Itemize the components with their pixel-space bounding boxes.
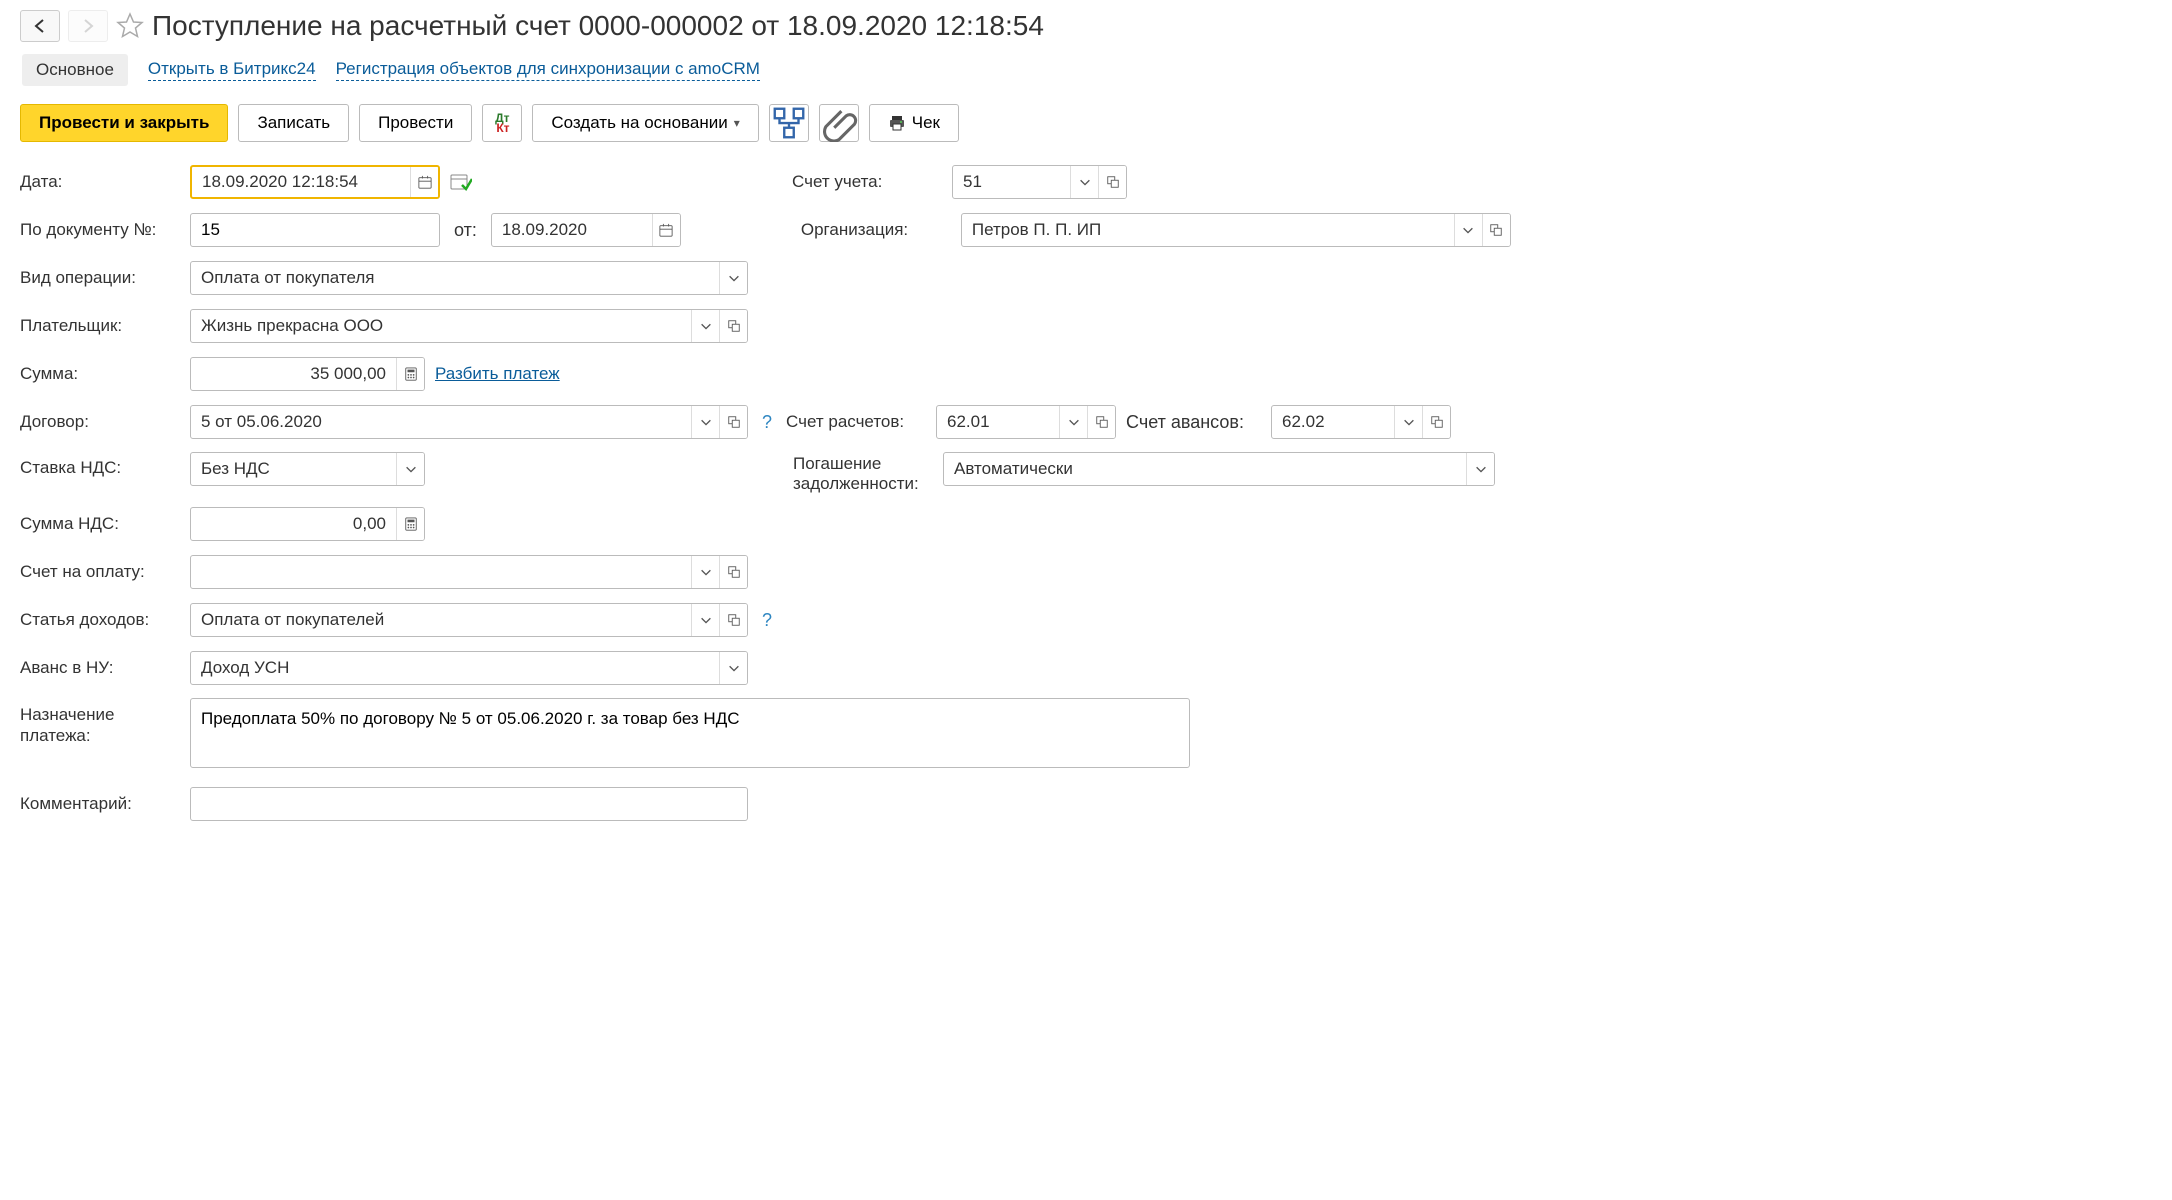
label-vat-rate: Ставка НДС: <box>20 452 180 478</box>
post-and-close-button[interactable]: Провести и закрыть <box>20 104 228 142</box>
debt-repay-field[interactable]: Автоматически <box>943 452 1495 486</box>
label-settle-account: Счет расчетов: <box>786 412 926 432</box>
dtkt-button[interactable]: ДтКт <box>482 104 522 142</box>
cheque-button[interactable]: Чек <box>869 104 959 142</box>
create-based-on-button[interactable]: Создать на основании ▾ <box>532 104 758 142</box>
advance-tax-field[interactable]: Доход УСН <box>190 651 748 685</box>
label-vat-sum: Сумма НДС: <box>20 514 180 534</box>
label-date: Дата: <box>20 172 180 192</box>
post-button[interactable]: Провести <box>359 104 472 142</box>
open-icon[interactable] <box>1098 166 1126 198</box>
invoice-field[interactable] <box>190 555 748 589</box>
calendar-posted-icon[interactable] <box>450 171 472 193</box>
label-doc-no: По документу №: <box>20 220 180 240</box>
chevron-down-icon[interactable] <box>719 262 747 294</box>
doc-date-field[interactable]: 18.09.2020 <box>491 213 681 247</box>
clip-icon <box>820 104 858 142</box>
chevron-down-icon[interactable] <box>1454 214 1482 246</box>
chevron-down-icon[interactable] <box>719 652 747 684</box>
label-op-type: Вид операции: <box>20 268 180 288</box>
chevron-down-icon[interactable] <box>691 310 719 342</box>
calculator-icon[interactable] <box>396 508 424 540</box>
chevron-down-icon[interactable] <box>1059 406 1087 438</box>
open-icon[interactable] <box>1087 406 1115 438</box>
vat-rate-field[interactable]: Без НДС <box>190 452 425 486</box>
attachments-button[interactable] <box>819 104 859 142</box>
nav-forward-button <box>68 10 108 42</box>
label-account: Счет учета: <box>792 172 942 192</box>
chevron-down-icon[interactable] <box>1070 166 1098 198</box>
label-advance-tax: Аванс в НУ: <box>20 658 180 678</box>
label-sum: Сумма: <box>20 364 180 384</box>
purpose-textarea[interactable] <box>190 698 1190 768</box>
organization-field[interactable]: Петров П. П. ИП <box>961 213 1511 247</box>
chevron-down-icon: ▾ <box>734 116 740 130</box>
dtkt-icon: ДтКт <box>495 113 509 133</box>
open-icon[interactable] <box>719 556 747 588</box>
comment-field[interactable] <box>190 787 748 821</box>
open-icon[interactable] <box>719 406 747 438</box>
structure-button[interactable] <box>769 104 809 142</box>
save-button[interactable]: Записать <box>238 104 349 142</box>
vat-sum-field[interactable]: 0,00 <box>190 507 425 541</box>
income-item-field[interactable]: Оплата от покупателей <box>190 603 748 637</box>
printer-icon <box>888 114 906 132</box>
advance-account-field[interactable]: 62.02 <box>1271 405 1451 439</box>
sum-field[interactable]: 35 000,00 <box>190 357 425 391</box>
date-field[interactable]: 18.09.2020 12:18:54 <box>190 165 440 199</box>
label-contract: Договор: <box>20 412 180 432</box>
label-advance-account: Счет авансов: <box>1126 412 1261 433</box>
calculator-icon[interactable] <box>396 358 424 390</box>
help-icon[interactable]: ? <box>758 610 776 631</box>
label-payer: Плательщик: <box>20 316 180 336</box>
tab-main[interactable]: Основное <box>22 54 128 86</box>
label-debt-repay: Погашение задолженности: <box>793 452 933 494</box>
operation-type-field[interactable]: Оплата от покупателя <box>190 261 748 295</box>
label-comment: Комментарий: <box>20 794 180 814</box>
tab-bitrix24[interactable]: Открыть в Битрикс24 <box>148 59 316 81</box>
split-payment-link[interactable]: Разбить платеж <box>435 364 560 384</box>
nav-back-button[interactable] <box>20 10 60 42</box>
chevron-down-icon[interactable] <box>1394 406 1422 438</box>
favorite-star-icon[interactable] <box>116 12 144 40</box>
page-title: Поступление на расчетный счет 0000-00000… <box>152 10 1044 42</box>
label-income-item: Статья доходов: <box>20 610 180 630</box>
chevron-down-icon[interactable] <box>691 556 719 588</box>
label-from: от: <box>450 220 481 241</box>
open-icon[interactable] <box>1482 214 1510 246</box>
chevron-down-icon[interactable] <box>396 453 424 485</box>
calendar-icon[interactable] <box>410 167 438 197</box>
tab-amocrm[interactable]: Регистрация объектов для синхронизации с… <box>336 59 760 81</box>
settle-account-field[interactable]: 62.01 <box>936 405 1116 439</box>
label-invoice: Счет на оплату: <box>20 562 180 582</box>
open-icon[interactable] <box>719 604 747 636</box>
open-icon[interactable] <box>719 310 747 342</box>
contract-field[interactable]: 5 от 05.06.2020 <box>190 405 748 439</box>
calendar-icon[interactable] <box>652 214 680 246</box>
chevron-down-icon[interactable] <box>691 406 719 438</box>
account-field[interactable]: 51 <box>952 165 1127 199</box>
help-icon[interactable]: ? <box>758 412 776 433</box>
chevron-down-icon[interactable] <box>1466 453 1494 485</box>
label-purpose: Назначение платежа: <box>20 698 180 747</box>
tree-icon <box>770 104 808 142</box>
doc-no-field[interactable] <box>190 213 440 247</box>
payer-field[interactable]: Жизнь прекрасна ООО <box>190 309 748 343</box>
open-icon[interactable] <box>1422 406 1450 438</box>
label-org: Организация: <box>801 220 951 240</box>
chevron-down-icon[interactable] <box>691 604 719 636</box>
